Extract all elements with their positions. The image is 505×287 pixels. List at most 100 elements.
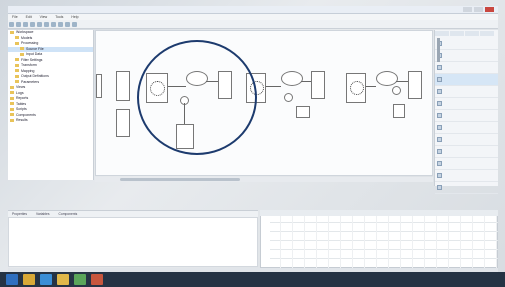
output-block[interactable] bbox=[408, 71, 422, 99]
open-icon[interactable] bbox=[16, 22, 21, 27]
tree-item[interactable]: Results bbox=[8, 118, 93, 124]
component-icon bbox=[437, 161, 442, 166]
grid-column-line bbox=[340, 216, 341, 268]
source-block[interactable] bbox=[116, 109, 130, 137]
palette-item[interactable] bbox=[435, 74, 498, 86]
component-icon bbox=[437, 137, 442, 142]
junction-node[interactable] bbox=[392, 86, 401, 95]
minimize-button[interactable] bbox=[463, 7, 472, 12]
component-palette bbox=[434, 30, 498, 194]
palette-tab[interactable] bbox=[480, 31, 494, 36]
copy-icon[interactable] bbox=[37, 22, 42, 27]
grid-column-line bbox=[364, 216, 365, 268]
folder-icon bbox=[10, 102, 14, 106]
folder-icon bbox=[20, 52, 24, 56]
process-block[interactable] bbox=[346, 73, 366, 103]
bottom-tab[interactable]: Components bbox=[59, 212, 78, 216]
output-block[interactable] bbox=[296, 106, 310, 118]
folder-icon bbox=[10, 85, 14, 89]
folder-icon[interactable] bbox=[57, 274, 69, 285]
palette-item[interactable] bbox=[435, 38, 498, 50]
folder-icon bbox=[10, 118, 14, 122]
window-title-bar[interactable] bbox=[8, 6, 498, 14]
junction-node[interactable] bbox=[284, 93, 293, 102]
palette-item[interactable] bbox=[435, 50, 498, 62]
menu-item-tools[interactable]: Tools bbox=[55, 15, 63, 19]
grid-column-line bbox=[304, 216, 305, 268]
tree-item-label: Scripts bbox=[16, 107, 27, 111]
palette-item[interactable] bbox=[435, 146, 498, 158]
palette-item[interactable] bbox=[435, 122, 498, 134]
bottom-tab[interactable]: Properties bbox=[12, 212, 27, 216]
grid-column-line bbox=[388, 216, 389, 268]
explorer-icon[interactable] bbox=[23, 274, 35, 285]
palette-tab[interactable] bbox=[435, 31, 449, 36]
grid-column-line bbox=[400, 216, 401, 268]
data-grid[interactable] bbox=[260, 210, 498, 268]
maximize-button[interactable] bbox=[474, 7, 483, 12]
menu-item-file[interactable]: File bbox=[12, 15, 18, 19]
folder-icon bbox=[15, 74, 19, 78]
grid-column-line bbox=[352, 216, 353, 268]
grid-column-line bbox=[376, 216, 377, 268]
paste-icon[interactable] bbox=[44, 22, 49, 27]
connector-line bbox=[396, 81, 408, 82]
component-icon bbox=[437, 173, 442, 178]
cut-icon[interactable] bbox=[30, 22, 35, 27]
menu-item-help[interactable]: Help bbox=[71, 15, 78, 19]
palette-item[interactable] bbox=[435, 86, 498, 98]
toolbar bbox=[8, 20, 498, 29]
scrollbar-thumb[interactable] bbox=[120, 178, 240, 181]
component-icon bbox=[437, 125, 442, 130]
tree-item-label: Reports bbox=[16, 96, 29, 100]
palette-item[interactable] bbox=[435, 110, 498, 122]
connector-line bbox=[266, 86, 281, 87]
folder-icon bbox=[15, 63, 19, 67]
grid-column-line bbox=[460, 216, 461, 268]
palette-item[interactable] bbox=[435, 158, 498, 170]
palette-item[interactable] bbox=[435, 62, 498, 74]
new-icon[interactable] bbox=[9, 22, 14, 27]
folder-icon bbox=[10, 113, 14, 117]
bottom-tabs: Properties Variables Components bbox=[8, 210, 258, 217]
folder-icon bbox=[15, 58, 19, 62]
grid-column-line bbox=[412, 216, 413, 268]
folder-icon bbox=[15, 36, 19, 40]
browser-icon[interactable] bbox=[40, 274, 52, 285]
run-icon[interactable] bbox=[65, 22, 70, 27]
palette-item[interactable] bbox=[435, 134, 498, 146]
palette-item[interactable] bbox=[435, 98, 498, 110]
input-block[interactable] bbox=[96, 74, 102, 98]
tree-item-label: Results bbox=[16, 118, 28, 122]
zoom-icon[interactable] bbox=[72, 22, 77, 27]
output-block[interactable] bbox=[393, 104, 405, 118]
palette-item[interactable] bbox=[435, 170, 498, 182]
folder-icon bbox=[15, 80, 19, 84]
app-icon[interactable] bbox=[74, 274, 86, 285]
start-icon[interactable] bbox=[6, 274, 18, 285]
grid-column-line bbox=[292, 216, 293, 268]
palette-tab[interactable] bbox=[465, 31, 479, 36]
bottom-tab[interactable]: Variables bbox=[36, 212, 50, 216]
undo-icon[interactable] bbox=[51, 22, 56, 27]
output-block[interactable] bbox=[311, 71, 325, 99]
grid-column-line bbox=[316, 216, 317, 268]
save-icon[interactable] bbox=[23, 22, 28, 27]
grid-column-line bbox=[472, 216, 473, 268]
connector-line bbox=[366, 86, 376, 87]
vertical-scrollbar[interactable] bbox=[437, 38, 440, 62]
menu-item-view[interactable]: View bbox=[40, 15, 48, 19]
decision-node[interactable] bbox=[281, 71, 303, 86]
tree-item-label: Views bbox=[16, 85, 26, 89]
source-block[interactable] bbox=[116, 71, 130, 101]
palette-tab[interactable] bbox=[450, 31, 464, 36]
close-button[interactable] bbox=[485, 7, 494, 12]
tool-icon[interactable] bbox=[91, 274, 103, 285]
decision-node[interactable] bbox=[376, 71, 398, 86]
menu-item-edit[interactable]: Edit bbox=[26, 15, 32, 19]
palette-item[interactable] bbox=[435, 182, 498, 194]
tree-item-label: Output Definitions bbox=[21, 74, 49, 78]
tree-item-label: Tables bbox=[16, 101, 27, 106]
folder-icon bbox=[15, 69, 19, 73]
redo-icon[interactable] bbox=[58, 22, 63, 27]
